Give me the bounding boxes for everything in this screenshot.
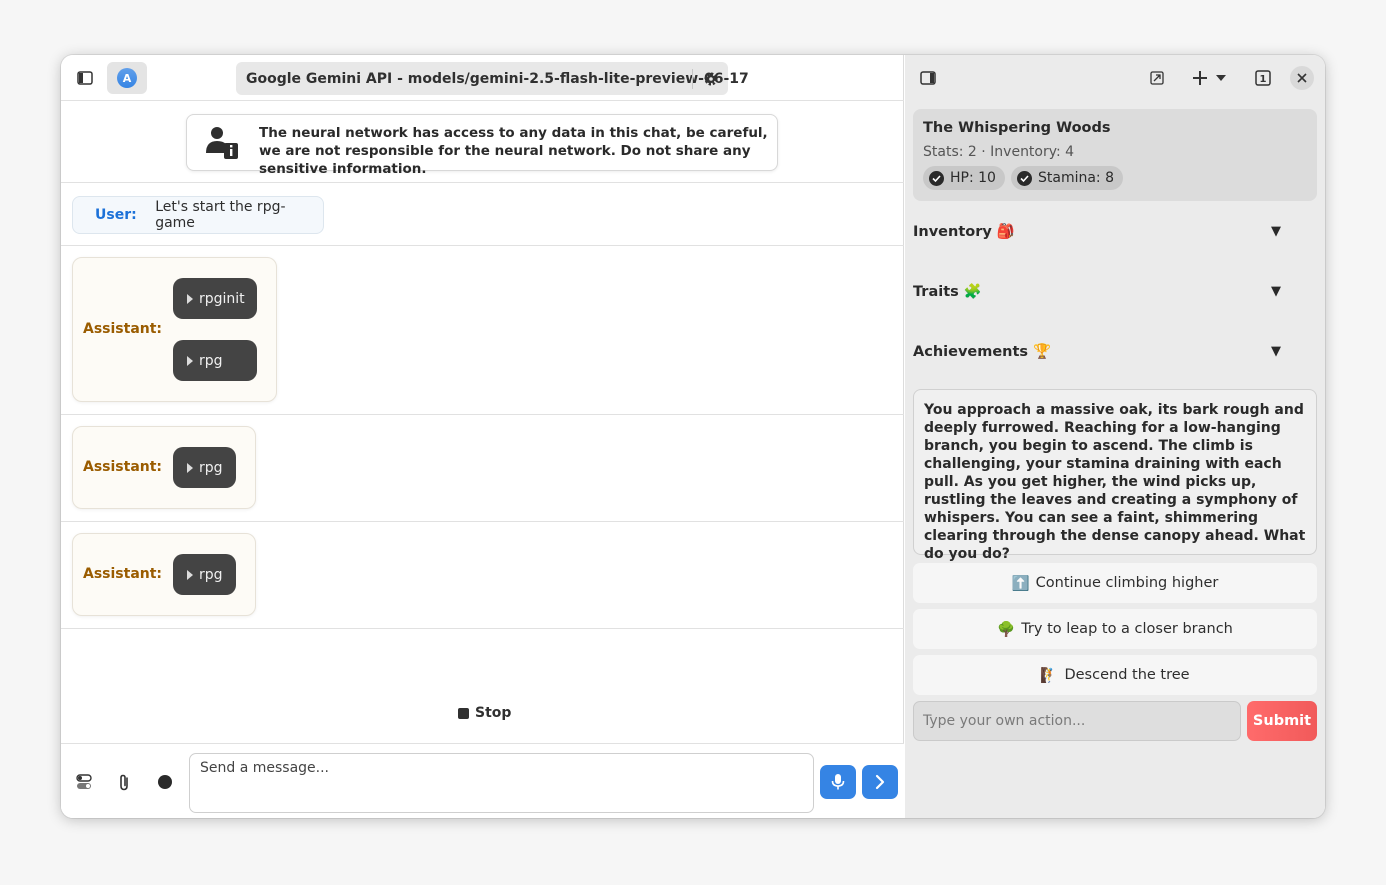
sidebar-icon xyxy=(77,71,93,85)
user-message: User: Let's start the rpg-game xyxy=(72,196,324,234)
popout-button[interactable] xyxy=(1148,66,1166,90)
stop-icon xyxy=(458,707,469,719)
tool-call-label: rpg xyxy=(199,352,223,369)
microphone-icon xyxy=(831,774,845,790)
choice-button[interactable]: 🌳 Try to leap to a closer branch xyxy=(913,609,1317,649)
send-button[interactable] xyxy=(862,765,898,799)
close-icon xyxy=(1297,73,1307,83)
account-button[interactable]: A xyxy=(107,62,147,94)
assistant-role-label: Assistant: xyxy=(83,459,163,475)
user-role-label: User: xyxy=(95,207,137,223)
tree-icon: 🌳 xyxy=(997,621,1016,638)
story-text: You approach a massive oak, its bark rou… xyxy=(913,389,1317,562)
sidebar-toggle-button[interactable] xyxy=(65,62,105,94)
notice-row: The neural network has access to any dat… xyxy=(61,102,904,183)
game-title: The Whispering Woods xyxy=(923,120,1111,136)
tool-call-button[interactable]: rpginit xyxy=(173,278,257,319)
section-label: Achievements 🏆 xyxy=(913,343,1052,360)
choice-label: Descend the tree xyxy=(1064,667,1190,683)
avatar: A xyxy=(117,68,137,88)
stop-label: Stop xyxy=(475,705,512,721)
paperclip-icon xyxy=(120,774,128,790)
tool-call-button[interactable]: rpg xyxy=(173,447,236,488)
toggles-icon xyxy=(76,774,92,789)
check-icon xyxy=(929,170,944,186)
record-button[interactable] xyxy=(152,770,178,794)
options-toggle-button[interactable] xyxy=(71,770,97,794)
expand-triangle-icon xyxy=(187,293,193,304)
sidebar-right-icon xyxy=(920,71,936,85)
game-status-card: The Whispering Woods Stats: 2 · Inventor… xyxy=(913,109,1317,201)
up-arrow-icon: ⬆️ xyxy=(1011,575,1030,592)
add-menu-button[interactable] xyxy=(1189,66,1229,90)
choice-button[interactable]: ⬆️ Continue climbing higher xyxy=(913,563,1317,603)
header-bar: A Google Gemini API - models/gemini-2.5-… xyxy=(61,55,904,101)
assistant-role-label: Assistant: xyxy=(83,566,163,582)
notice-text: The neural network has access to any dat… xyxy=(259,125,768,177)
inventory-section[interactable]: Inventory 🎒 ▼ xyxy=(913,216,1283,246)
assistant-message: Assistant: rpg xyxy=(72,426,256,509)
svg-text:1: 1 xyxy=(1260,74,1267,85)
chevron-down-icon xyxy=(1215,75,1226,81)
message-row: User: Let's start the rpg-game xyxy=(61,184,904,246)
expand-triangle-icon xyxy=(187,569,193,580)
composer-bar: Send a message... xyxy=(61,743,904,818)
choice-label: Try to leap to a closer branch xyxy=(1021,621,1233,637)
message-input[interactable]: Send a message... xyxy=(189,753,814,813)
tool-call-label: rpg xyxy=(199,459,223,476)
achievements-section[interactable]: Achievements 🏆 ▼ xyxy=(913,336,1283,366)
gear-icon xyxy=(704,72,717,85)
assistant-message: Assistant: rpginit rpg xyxy=(72,257,277,402)
expand-arrow-icon: ▼ xyxy=(1271,343,1281,359)
app-window: A Google Gemini API - models/gemini-2.5-… xyxy=(61,55,1325,818)
stamina-chip: Stamina: 8 xyxy=(1011,166,1124,190)
tool-call-button[interactable]: rpg xyxy=(173,340,257,381)
section-label: Traits 🧩 xyxy=(913,283,982,300)
user-info-icon xyxy=(206,127,238,159)
choice-button[interactable]: 🧗 Descend the tree xyxy=(913,655,1317,695)
model-settings-button[interactable] xyxy=(693,71,728,87)
game-panel: 1 The Whispering Woods Stats: 2 · Invent… xyxy=(905,55,1325,818)
expand-triangle-icon xyxy=(187,462,193,473)
choice-label: Continue climbing higher xyxy=(1035,575,1219,591)
close-button[interactable] xyxy=(1290,66,1314,90)
section-label: Inventory 🎒 xyxy=(913,223,1015,240)
expand-arrow-icon: ▼ xyxy=(1271,223,1281,239)
user-message-text: Let's start the rpg-game xyxy=(155,199,286,231)
message-row: Assistant: rpg xyxy=(61,522,904,629)
assistant-message: Assistant: rpg xyxy=(72,533,256,616)
custom-action-input[interactable]: Type your own action... xyxy=(913,701,1241,741)
check-icon xyxy=(1017,170,1032,186)
privacy-notice: The neural network has access to any dat… xyxy=(186,114,778,177)
message-row: Assistant: rpginit rpg xyxy=(61,246,904,415)
model-selector[interactable]: Google Gemini API - models/gemini-2.5-fl… xyxy=(236,62,749,95)
model-label: Google Gemini API - models/gemini-2.5-fl… xyxy=(246,70,749,87)
tab-count-button[interactable]: 1 xyxy=(1254,66,1272,90)
tab-counter-icon: 1 xyxy=(1255,70,1271,86)
chevron-right-icon xyxy=(875,774,885,790)
stop-button[interactable]: Stop xyxy=(458,703,511,723)
voice-input-button[interactable] xyxy=(820,765,856,799)
tool-call-label: rpg xyxy=(199,566,223,583)
record-icon xyxy=(158,775,172,789)
hp-chip: HP: 10 xyxy=(923,166,1005,190)
hp-label: HP: 10 xyxy=(950,170,996,186)
panel-toggle-button[interactable] xyxy=(919,66,937,90)
tool-call-label: rpginit xyxy=(199,290,245,307)
chat-pane: A Google Gemini API - models/gemini-2.5-… xyxy=(61,55,904,818)
external-window-icon xyxy=(1150,71,1164,85)
panel-header: 1 xyxy=(905,55,1325,101)
expand-triangle-icon xyxy=(187,355,193,366)
tool-call-button[interactable]: rpg xyxy=(173,554,236,595)
plus-icon xyxy=(1192,71,1207,85)
climber-icon: 🧗 xyxy=(1040,667,1059,684)
message-row: Assistant: rpg xyxy=(61,415,904,522)
assistant-role-label: Assistant: xyxy=(83,321,163,337)
game-stats: Stats: 2 · Inventory: 4 xyxy=(923,144,1075,160)
stamina-label: Stamina: 8 xyxy=(1038,170,1115,186)
traits-section[interactable]: Traits 🧩 ▼ xyxy=(913,276,1283,306)
submit-button[interactable]: Submit xyxy=(1247,701,1317,741)
expand-arrow-icon: ▼ xyxy=(1271,283,1281,299)
attach-button[interactable] xyxy=(111,770,137,794)
